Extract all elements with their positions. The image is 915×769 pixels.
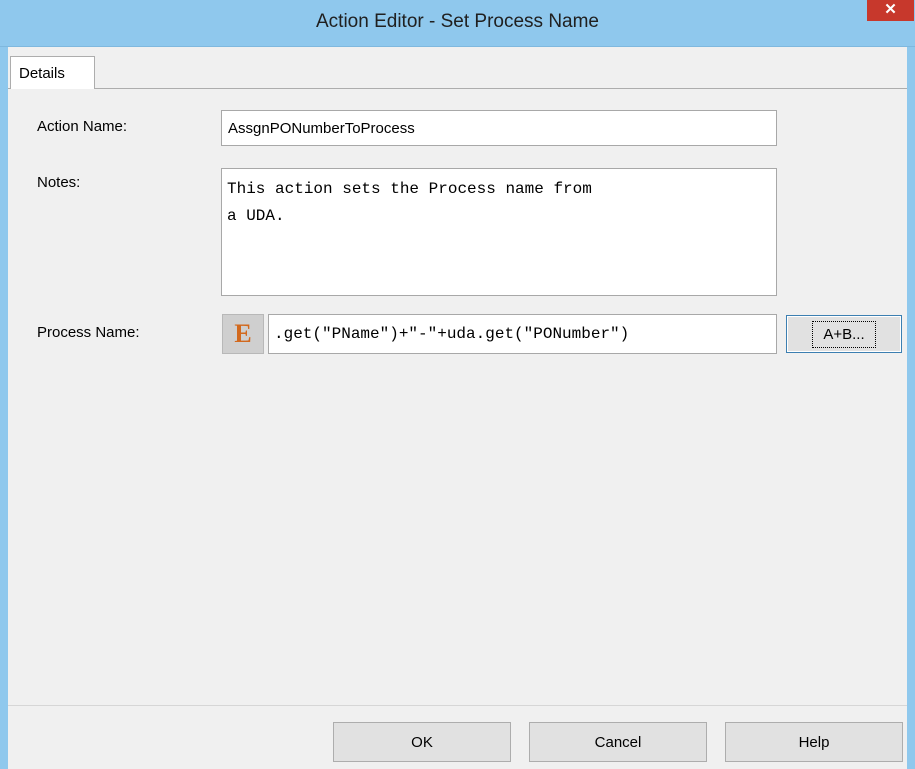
action-name-value: AssgnPONumberToProcess [228,119,415,137]
close-button[interactable]: ✕ [867,0,914,21]
cancel-button[interactable]: Cancel [529,722,707,762]
process-name-value: .get("PName")+"-"+uda.get("PONumber") [274,325,630,343]
title-bar[interactable]: Action Editor - Set Process Name ✕ [0,0,915,47]
help-label: Help [798,733,830,751]
notes-textarea[interactable]: This action sets the Process name from a… [221,168,777,296]
expression-icon[interactable]: E [222,314,264,354]
notes-label: Notes: [37,174,81,191]
tab-strip-divider [8,88,907,89]
cancel-label: Cancel [594,733,642,751]
expression-builder-label: A+B... [812,320,876,348]
panel-divider [8,705,907,706]
dialog-client-area [8,47,907,769]
action-editor-window: Action Editor - Set Process Name ✕ Detai… [0,0,915,769]
window-frame-left [0,47,8,769]
action-name-input[interactable]: AssgnPONumberToProcess [221,110,777,146]
ok-label: OK [411,733,433,751]
process-name-input[interactable]: .get("PName")+"-"+uda.get("PONumber") [268,314,777,354]
help-button[interactable]: Help [725,722,903,762]
ok-button[interactable]: OK [333,722,511,762]
action-name-label: Action Name: [37,118,128,135]
expression-builder-button[interactable]: A+B... [786,315,902,353]
window-frame-right [907,47,915,769]
process-name-label: Process Name: [37,324,140,341]
window-title: Action Editor - Set Process Name [316,11,599,32]
tab-details[interactable]: Details [10,56,95,89]
close-icon: ✕ [884,1,897,18]
